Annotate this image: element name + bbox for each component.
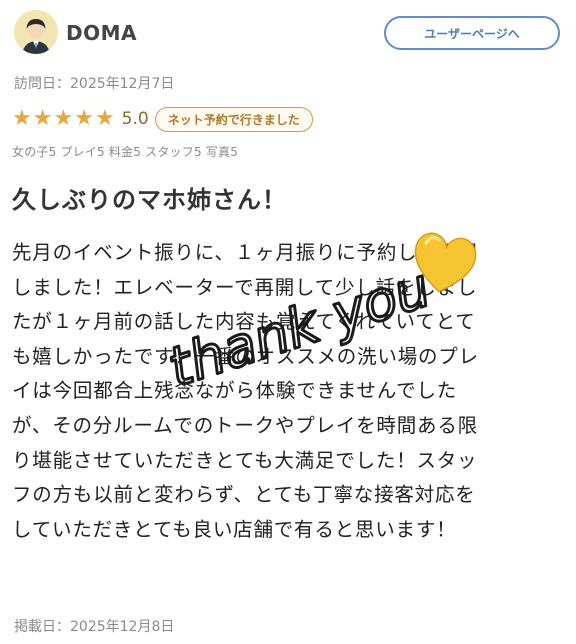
user-avatar-icon — [14, 10, 58, 54]
star-icon: ★ — [53, 106, 74, 131]
username[interactable]: DOMA — [66, 21, 137, 45]
review-body-line: が、その分ルームでのトークやプレイを時間ある限 — [12, 413, 478, 437]
review-body-line: しました！エレベーターで再開して少し話をしまし — [12, 275, 478, 299]
review-title: 久しぶりのマホ姉さん！ — [12, 186, 287, 214]
user-page-button[interactable]: ユーザーページへ — [384, 16, 560, 50]
avatar[interactable] — [14, 10, 58, 54]
review-body-line: たが１ヶ月前の話した内容も覚えてくれていてとて — [12, 310, 476, 334]
review-body-line: していただきとても良い店舗で有ると思います！ — [12, 517, 457, 541]
post-date: 掲載日：2025年12月8日 — [14, 619, 175, 635]
review-body-line: も嬉しかったです！一番のオススメの洗い場のプレ — [12, 344, 479, 368]
star-icon: ★ — [32, 106, 53, 131]
review-body-line: り堪能させていただきとても大満足でした！スタッ — [12, 448, 478, 472]
star-icon: ★ — [94, 106, 115, 131]
net-reservation-badge: ネット予約で行きました — [154, 106, 313, 132]
ratings-detail: 女の子5 プレイ5 料金5 スタッフ5 写真5 — [12, 145, 239, 159]
rating-row: ★ ★ ★ ★ ★ 5.0 ネット予約で行きました — [12, 104, 313, 134]
review-body-line: イは今回都合上残念ながら体験できませんでした — [12, 379, 458, 403]
star-icon: ★ — [12, 106, 32, 131]
review-header: DOMA ユーザーページへ — [14, 10, 562, 58]
review-body: 先月のイベント振りに、１ヶ月振りに予約して再開 しました！エレベーターで再開して少… — [12, 236, 560, 547]
visit-date: 訪問日：2025年12月7日 — [14, 76, 175, 92]
review-body-line: 先月のイベント振りに、１ヶ月振りに予約して再開 — [12, 241, 478, 264]
review-body-line: フの方も以前と変わらず、とても丁寧な接客対応を — [12, 483, 476, 507]
star-icon: ★ — [74, 106, 94, 131]
star-rating: ★ ★ ★ ★ ★ — [12, 108, 116, 130]
rating-score: 5.0 — [121, 109, 149, 129]
